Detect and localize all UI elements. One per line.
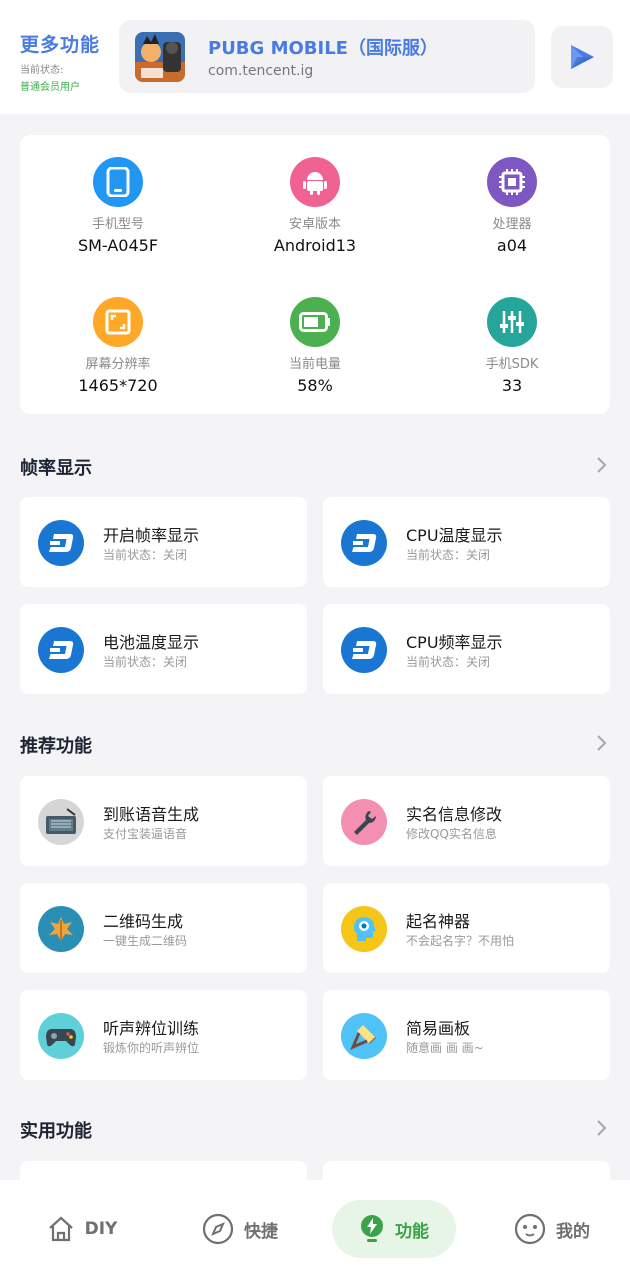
wrench-icon <box>341 799 387 845</box>
phone-icon <box>93 157 143 207</box>
section-title-utility: 实用功能 <box>20 1121 92 1142</box>
status-label: 当前状态: <box>20 65 64 76</box>
voice-generator-tile[interactable]: 到账语音生成 支付宝装逼语音 <box>20 776 307 866</box>
sliders-icon <box>487 297 537 347</box>
top-bar: 更多功能 当前状态: 普通会员用户 PUBG MOBILE（国际服） com.t… <box>0 0 630 114</box>
chevron-right-icon[interactable] <box>592 734 610 752</box>
app-name: PUBG MOBILE（国际服） <box>208 38 438 59</box>
sound-training-tile[interactable]: 听声辨位训练 锻炼你的听声辨位 <box>20 990 307 1080</box>
fps-toggle-tile[interactable]: 开启帧率显示 当前状态：关闭 <box>20 497 307 587</box>
device-info-card: 手机型号 SM-A045F 安卓版本 Android13 处理器 a04 屏幕分… <box>20 135 610 414</box>
bottom-navigation: DIY 快捷 功能 我的 <box>0 1180 630 1280</box>
play-icon <box>571 45 594 69</box>
section-title-fps: 帧率显示 <box>20 458 92 479</box>
android-icon <box>290 157 340 207</box>
head-icon <box>341 906 387 952</box>
chevron-right-icon[interactable] <box>592 456 610 474</box>
section-title-recommended: 推荐功能 <box>20 736 92 757</box>
game-app-icon <box>135 32 185 82</box>
home-icon <box>48 1216 73 1242</box>
radio-icon <box>38 799 84 845</box>
dash-icon <box>341 627 387 673</box>
cpu-temp-tile[interactable]: CPU温度显示 当前状态：关闭 <box>323 497 610 587</box>
info-processor: 处理器 a04 <box>414 157 610 255</box>
drawing-board-tile[interactable]: 简易画板 随意画 画 画~ <box>323 990 610 1080</box>
cpu-icon <box>487 157 537 207</box>
brand: 更多功能 当前状态: 普通会员用户 <box>20 30 100 93</box>
info-android-version: 安卓版本 Android13 <box>217 157 413 255</box>
chevron-right-icon[interactable] <box>592 1119 610 1137</box>
info-sdk: 手机SDK 33 <box>414 297 610 395</box>
info-resolution: 屏幕分辨率 1465*720 <box>20 297 216 395</box>
bolt-icon <box>361 1215 383 1242</box>
face-icon <box>514 1213 546 1245</box>
nav-diy[interactable]: DIY <box>20 1200 144 1258</box>
realname-edit-tile[interactable]: 实名信息修改 修改QQ实名信息 <box>323 776 610 866</box>
app-package: com.tencent.ig <box>208 63 314 79</box>
launch-game-button[interactable] <box>551 26 613 88</box>
dash-icon <box>341 520 387 566</box>
membership-status: 普通会员用户 <box>20 82 80 93</box>
cpu-freq-tile[interactable]: CPU频率显示 当前状态：关闭 <box>323 604 610 694</box>
battery-temp-tile[interactable]: 电池温度显示 当前状态：关闭 <box>20 604 307 694</box>
brush-icon <box>341 1013 387 1059</box>
screen-icon <box>93 297 143 347</box>
nav-quick[interactable]: 快捷 <box>178 1200 302 1258</box>
dash-icon <box>38 520 84 566</box>
info-battery: 当前电量 58% <box>217 297 413 395</box>
selected-app-card[interactable]: PUBG MOBILE（国际服） com.tencent.ig <box>119 20 535 93</box>
page-title: 更多功能 <box>20 34 101 56</box>
info-phone-model: 手机型号 SM-A045F <box>20 157 216 255</box>
name-generator-tile[interactable]: 起名神器 不会起名字？不用怕 <box>323 883 610 973</box>
compass-icon <box>202 1213 234 1245</box>
dash-icon <box>38 627 84 673</box>
leaf-icon <box>38 906 84 952</box>
battery-icon <box>290 297 340 347</box>
nav-features[interactable]: 功能 <box>332 1200 456 1258</box>
qrcode-tile[interactable]: 二维码生成 一键生成二维码 <box>20 883 307 973</box>
gamepad-icon <box>38 1013 84 1059</box>
nav-mine[interactable]: 我的 <box>490 1200 614 1258</box>
